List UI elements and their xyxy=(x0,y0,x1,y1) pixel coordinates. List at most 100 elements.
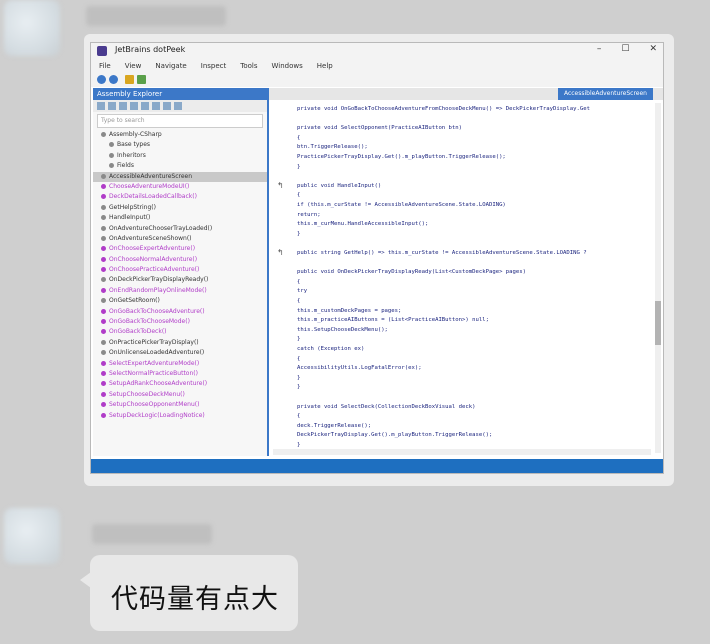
sender-name-placeholder xyxy=(86,6,226,26)
window-title: JetBrains dotPeek xyxy=(115,45,186,54)
member-icon xyxy=(101,412,106,418)
explorer-tool-icon xyxy=(119,102,127,110)
code-line: { xyxy=(297,278,301,285)
member-icon xyxy=(101,339,106,345)
assembly-explorer-title: Assembly Explorer xyxy=(93,88,267,100)
tree-item-label: OnChooseNormalAdventure() xyxy=(109,255,198,263)
tree-item: OnChooseExpertAdventure() xyxy=(93,244,267,254)
tree-item-label: SetupChooseOpponentMenu() xyxy=(109,401,200,409)
tree-item: SelectExpertAdventureMode() xyxy=(93,359,267,369)
member-icon xyxy=(101,183,106,189)
tree-item: OnAdventureChooserTrayLoaded() xyxy=(93,224,267,234)
tree-item-label: OnUnlicenseLoadedAdventure() xyxy=(109,349,205,357)
member-icon xyxy=(101,246,106,252)
tree-item-label: OnAdventureChooserTrayLoaded() xyxy=(109,224,213,232)
explorer-tool-icon xyxy=(141,102,149,110)
member-icon xyxy=(101,381,106,387)
gutter-marker-icon: ↰ xyxy=(277,180,284,190)
avatar[interactable] xyxy=(4,508,60,564)
tree-item: OnGoBackToDeck() xyxy=(93,327,267,337)
code-editor: private void OnGoBackToChooseAdventureFr… xyxy=(271,100,653,452)
tree-item: OnPracticePickerTrayDisplay() xyxy=(93,338,267,348)
code-line: public string GetHelp() => this.m_curSta… xyxy=(297,250,587,256)
assembly-tree: Assembly-CSharp Base types Inheritors Field… xyxy=(93,130,267,421)
code-line: deck.TriggerRelease(); xyxy=(297,422,372,429)
tree-item-label: SelectExpertAdventureMode() xyxy=(109,359,200,367)
window-titlebar: JetBrains dotPeek – ☐ ✕ xyxy=(91,43,663,59)
tree-item: OnEndRandomPlayOnlineMode() xyxy=(93,286,267,296)
member-icon xyxy=(101,204,106,210)
code-line: private void SelectDeck(CollectionDeckBo… xyxy=(297,403,476,410)
tree-item-label: OnDeckPickerTrayDisplayReady() xyxy=(109,276,209,284)
explorer-toolbar xyxy=(93,100,267,112)
member-icon xyxy=(101,319,106,325)
menu-bar: File View Navigate Inspect Tools Windows Help xyxy=(91,59,663,73)
tree-item: Fields xyxy=(93,161,267,171)
tree-item: OnGetSetRoom() xyxy=(93,296,267,306)
code-line: AccessibilityUtils.LogFatalError(ex); xyxy=(297,365,422,372)
editor-vertical-scrollbar xyxy=(655,103,661,453)
scrollbar-thumb xyxy=(655,301,661,345)
tree-item-label: OnGetSetRoom() xyxy=(109,297,160,305)
tree-item-label: Fields xyxy=(117,162,134,170)
menu-item: Windows xyxy=(271,62,303,70)
code-line: this.SetupChooseDeckMenu(); xyxy=(297,326,388,333)
member-icon xyxy=(101,256,106,262)
editor-tab-bar: AccessibleAdventureScreen xyxy=(269,88,663,100)
tree-item: SetupChooseDeckMenu() xyxy=(93,390,267,400)
editor-tab: AccessibleAdventureScreen xyxy=(557,88,653,100)
tree-item: OnGoBackToChooseAdventure() xyxy=(93,307,267,317)
tree-item: Inheritors xyxy=(93,151,267,161)
forward-icon xyxy=(109,75,118,84)
member-icon xyxy=(109,142,114,148)
code-line: btn.TriggerRelease(); xyxy=(297,144,368,151)
code-line: { xyxy=(297,413,301,420)
member-icon xyxy=(101,391,106,397)
member-icon xyxy=(101,225,106,231)
tree-item: OnDeckPickerTrayDisplayReady() xyxy=(93,275,267,285)
code-line: } xyxy=(297,442,301,448)
gutter-marker-icon: ↰ xyxy=(277,248,284,257)
code-line: public void HandleInput() xyxy=(297,182,382,189)
maximize-icon: ☐ xyxy=(621,44,630,54)
member-icon xyxy=(109,163,114,169)
menu-item: Help xyxy=(316,62,333,70)
code-line: PracticePickerTrayDisplay.Get().m_playBu… xyxy=(297,154,506,160)
tree-item-label: SetupAdRankChooseAdventure() xyxy=(109,380,208,388)
member-icon xyxy=(101,215,106,221)
code-line: } xyxy=(297,230,301,237)
member-icon xyxy=(101,132,106,137)
member-icon xyxy=(101,235,106,241)
code-line: { xyxy=(297,298,301,304)
tree-item-label: GetHelpString() xyxy=(109,203,156,211)
code-line: this.m_customDeckPages = pages; xyxy=(297,307,402,314)
member-icon xyxy=(101,267,106,273)
explorer-tool-icon xyxy=(163,102,171,110)
code-line: private void OnGoBackToChooseAdventureFr… xyxy=(297,106,590,112)
tree-item-label: OnGoBackToChooseMode() xyxy=(109,318,190,326)
tree-item: OnChoosePracticeAdventure() xyxy=(93,265,267,275)
tree-item: SetupChooseOpponentMenu() xyxy=(93,400,267,410)
tree-item-label: AccessibleAdventureScreen xyxy=(109,172,193,180)
tree-item: OnChooseNormalAdventure() xyxy=(93,255,267,265)
tree-item: GetHelpString() xyxy=(93,203,267,213)
tree-item-label: Base types xyxy=(117,141,151,149)
text-message[interactable]: 代码量有点大 xyxy=(111,577,279,616)
tree-item-label: OnGoBackToDeck() xyxy=(109,328,167,336)
member-icon xyxy=(109,152,114,158)
tree-item: SetupDeckLogic(LoadingNotice) xyxy=(93,411,267,421)
menu-item: View xyxy=(124,62,142,70)
explorer-tool-icon xyxy=(97,102,105,110)
code-line: public void OnDeckPickerTrayDisplayReady… xyxy=(297,269,527,276)
member-icon xyxy=(101,277,106,283)
tree-item: ChooseAdventureModeUI() xyxy=(93,182,267,192)
tree-item-label: HandleInput() xyxy=(109,214,151,222)
explorer-tool-icon xyxy=(130,102,138,110)
member-icon xyxy=(101,360,106,366)
avatar[interactable] xyxy=(4,0,60,56)
tree-item: OnAdventureSceneShown() xyxy=(93,234,267,244)
menu-item: Inspect xyxy=(200,62,227,70)
sender-name-placeholder xyxy=(92,524,212,544)
tree-item: HandleInput() xyxy=(93,213,267,223)
explorer-tool-icon xyxy=(174,102,182,110)
